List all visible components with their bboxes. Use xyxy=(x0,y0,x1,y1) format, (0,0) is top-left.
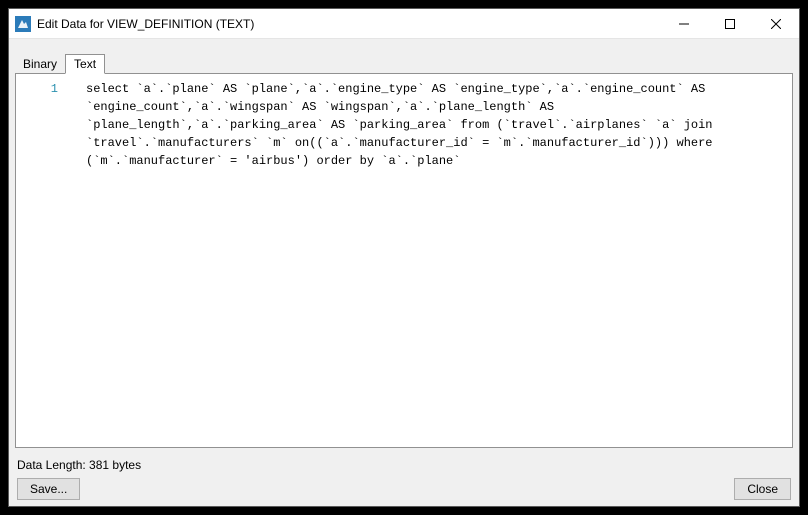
sql-text-area[interactable]: select `a`.`plane` AS `plane`,`a`.`engin… xyxy=(66,74,792,447)
app-icon xyxy=(15,16,31,32)
tab-strip: Binary Text xyxy=(15,51,793,73)
tab-binary[interactable]: Binary xyxy=(15,55,65,73)
close-window-button[interactable] xyxy=(753,9,799,38)
window-title: Edit Data for VIEW_DEFINITION (TEXT) xyxy=(37,17,661,31)
save-button[interactable]: Save... xyxy=(17,478,80,500)
titlebar: Edit Data for VIEW_DEFINITION (TEXT) xyxy=(9,9,799,39)
close-button[interactable]: Close xyxy=(734,478,791,500)
minimize-button[interactable] xyxy=(661,9,707,38)
line-number-gutter: 1 xyxy=(16,74,66,447)
status-text: Data Length: 381 bytes xyxy=(15,448,793,476)
sql-editor[interactable]: 1 select `a`.`plane` AS `plane`,`a`.`eng… xyxy=(16,74,792,447)
button-row: Save... Close xyxy=(15,476,793,500)
content-area: Binary Text 1 select `a`.`plane` AS `pla… xyxy=(9,39,799,506)
line-number: 1 xyxy=(16,80,58,98)
tab-text[interactable]: Text xyxy=(65,54,105,74)
edit-data-window: Edit Data for VIEW_DEFINITION (TEXT) Bin… xyxy=(8,8,800,507)
window-controls xyxy=(661,9,799,38)
maximize-button[interactable] xyxy=(707,9,753,38)
text-tab-pane: 1 select `a`.`plane` AS `plane`,`a`.`eng… xyxy=(15,73,793,448)
